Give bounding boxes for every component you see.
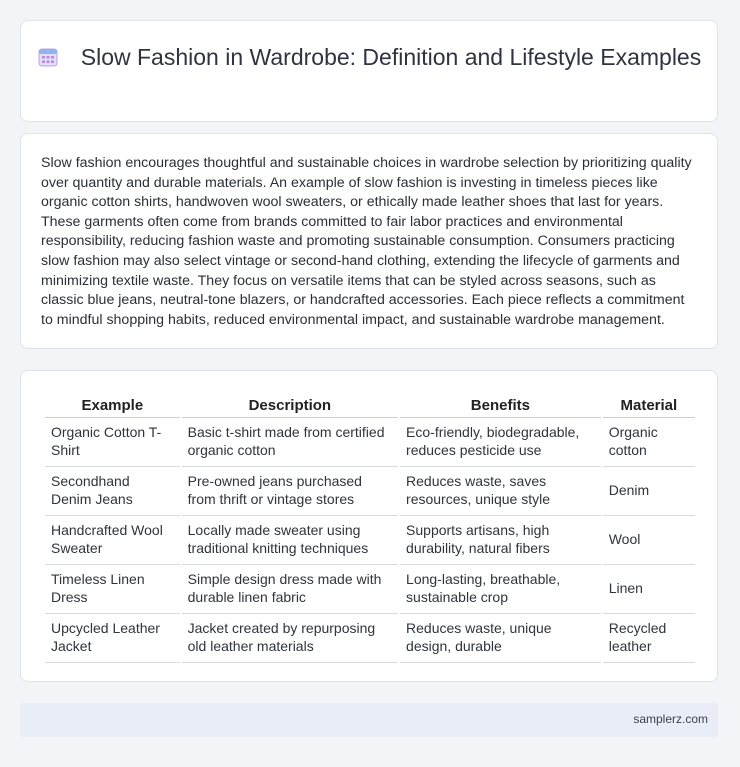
cell-example: Timeless Linen Dress [45,565,180,614]
header-material: Material [602,391,695,418]
examples-card: Example Description Benefits Material Or… [20,370,718,682]
table-header-row: Example Description Benefits Material [45,391,695,418]
footer-site-link[interactable]: samplerz.com [633,712,708,726]
cell-benefits: Eco-friendly, biodegradable, reduces pes… [400,418,601,467]
title-card: Slow Fashion in Wardrobe: Definition and… [20,20,718,122]
cell-benefits: Supports artisans, high durability, natu… [400,516,601,565]
cell-material: Denim [602,467,695,516]
cell-benefits: Reduces waste, saves resources, unique s… [400,467,601,516]
intro-card: Slow fashion encourages thoughtful and s… [20,133,718,349]
intro-paragraph: Slow fashion encourages thoughtful and s… [41,155,692,328]
cell-description: Simple design dress made with durable li… [181,565,399,614]
header-example: Example [45,391,180,418]
cell-description: Locally made sweater using traditional k… [181,516,399,565]
table-row: Secondhand Denim Jeans Pre-owned jeans p… [45,467,695,516]
header-benefits: Benefits [400,391,601,418]
cell-example: Secondhand Denim Jeans [45,467,180,516]
table-row: Timeless Linen Dress Simple design dress… [45,565,695,614]
cell-example: Organic Cotton T-Shirt [45,418,180,467]
cell-material: Wool [602,516,695,565]
cell-material: Linen [602,565,695,614]
footer-bar: samplerz.com [20,703,718,737]
header-description: Description [181,391,399,418]
cell-benefits: Reduces waste, unique design, durable [400,614,601,663]
cell-material: Recycled leather [602,614,695,663]
cell-material: Organic cotton [602,418,695,467]
cell-description: Pre-owned jeans purchased from thrift or… [181,467,399,516]
table-row: Handcrafted Wool Sweater Locally made sw… [45,516,695,565]
cell-example: Handcrafted Wool Sweater [45,516,180,565]
cell-description: Jacket created by repurposing old leathe… [181,614,399,663]
calendar-icon [38,48,58,67]
examples-table: Example Description Benefits Material Or… [43,391,697,663]
page-title: Slow Fashion in Wardrobe: Definition and… [80,44,702,70]
table-row: Organic Cotton T-Shirt Basic t-shirt mad… [45,418,695,467]
cell-benefits: Long-lasting, breathable, sustainable cr… [400,565,601,614]
cell-example: Upcycled Leather Jacket [45,614,180,663]
cell-description: Basic t-shirt made from certified organi… [181,418,399,467]
page-title-block: Slow Fashion in Wardrobe: Definition and… [21,43,717,72]
table-row: Upcycled Leather Jacket Jacket created b… [45,614,695,663]
